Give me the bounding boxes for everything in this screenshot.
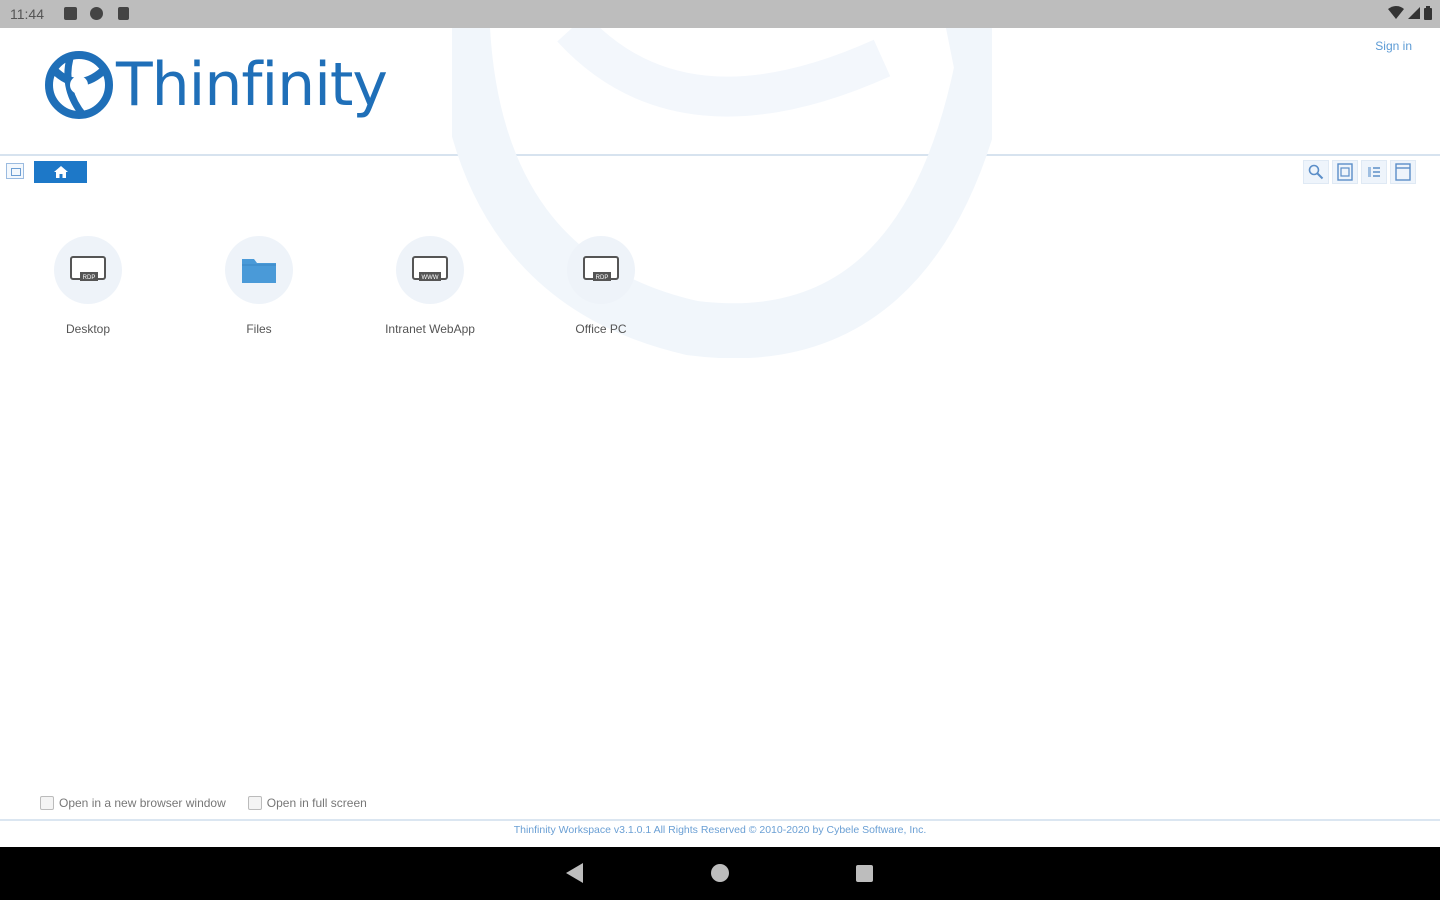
list-view-button[interactable]	[1361, 160, 1387, 184]
android-nav-bar	[0, 847, 1440, 900]
app-icon-circle: RDP	[567, 236, 635, 304]
app-label: Desktop	[65, 322, 111, 336]
app-label: Office PC	[575, 322, 627, 336]
launch-options: Open in a new browser window Open in ful…	[40, 796, 367, 810]
grid-view-button[interactable]	[1332, 160, 1358, 184]
full-screen-label: Open in full screen	[266, 796, 367, 810]
android-status-bar: 11:44	[0, 0, 1440, 28]
tab-home[interactable]	[34, 161, 87, 183]
home-icon	[53, 166, 68, 178]
svg-text:RDP: RDP	[596, 275, 609, 281]
app-label: Intranet WebApp	[385, 322, 475, 336]
toolbar	[0, 158, 1440, 186]
app-icon-circle: RDP	[54, 236, 122, 304]
back-button[interactable]	[566, 863, 583, 883]
status-time: 11:44	[10, 6, 44, 22]
app-icon-circle	[225, 236, 293, 304]
battery-icon	[1424, 6, 1432, 20]
full-screen-checkbox[interactable]	[247, 796, 262, 810]
full-screen-option[interactable]: Open in full screen	[247, 796, 367, 810]
grid-view-icon	[1337, 163, 1353, 181]
status-right-icons	[1388, 6, 1432, 20]
new-window-checkbox[interactable]	[40, 796, 54, 810]
signal-icon	[1408, 7, 1420, 19]
new-window-option[interactable]: Open in a new browser window	[40, 796, 226, 810]
view-tools	[1303, 160, 1416, 184]
svg-text:RDP: RDP	[83, 275, 96, 281]
detail-view-button[interactable]	[1390, 160, 1416, 184]
notification-icon	[64, 7, 77, 20]
app-intranet-webapp[interactable]: WWW Intranet WebApp	[355, 236, 505, 336]
sync-icon	[90, 7, 103, 20]
search-icon	[1308, 164, 1324, 180]
app-files[interactable]: Files	[184, 236, 334, 336]
expand-panel-button[interactable]	[6, 163, 24, 179]
recent-apps-button[interactable]	[856, 865, 873, 882]
app-desktop[interactable]: RDP Desktop	[13, 236, 163, 336]
thinfinity-globe-icon	[45, 51, 113, 119]
app-window: 11:44 Thinfinity Sign in RDP Desktop Fil…	[0, 0, 1440, 900]
brand-logo: Thinfinity	[44, 50, 388, 120]
new-window-label: Open in a new browser window	[59, 796, 226, 810]
app-office-pc[interactable]: RDP Office PC	[526, 236, 676, 336]
wifi-icon	[1388, 6, 1404, 19]
search-button[interactable]	[1303, 160, 1329, 184]
home-button[interactable]	[711, 864, 729, 882]
rdp-monitor-icon: RDP	[583, 256, 619, 281]
footer-copyright: Thinfinity Workspace v3.1.0.1 All Rights…	[513, 824, 927, 836]
list-view-icon	[1368, 167, 1380, 177]
detail-view-icon	[1395, 163, 1411, 181]
rdp-monitor-icon: RDP	[70, 256, 106, 281]
footer-divider	[0, 819, 1440, 821]
app-grid: RDP Desktop Files WWW Intranet WebApp RD…	[0, 236, 1440, 356]
sign-in-link[interactable]: Sign in	[1375, 39, 1412, 53]
brand-name: Thinfinity	[116, 50, 388, 120]
svg-text:WWW: WWW	[422, 275, 439, 281]
sd-card-icon	[118, 7, 129, 20]
app-icon-circle: WWW	[396, 236, 464, 304]
web-monitor-icon: WWW	[412, 256, 448, 281]
page-header: Thinfinity Sign in	[0, 28, 1440, 358]
folder-icon	[242, 259, 276, 283]
app-label: Files	[246, 322, 272, 336]
